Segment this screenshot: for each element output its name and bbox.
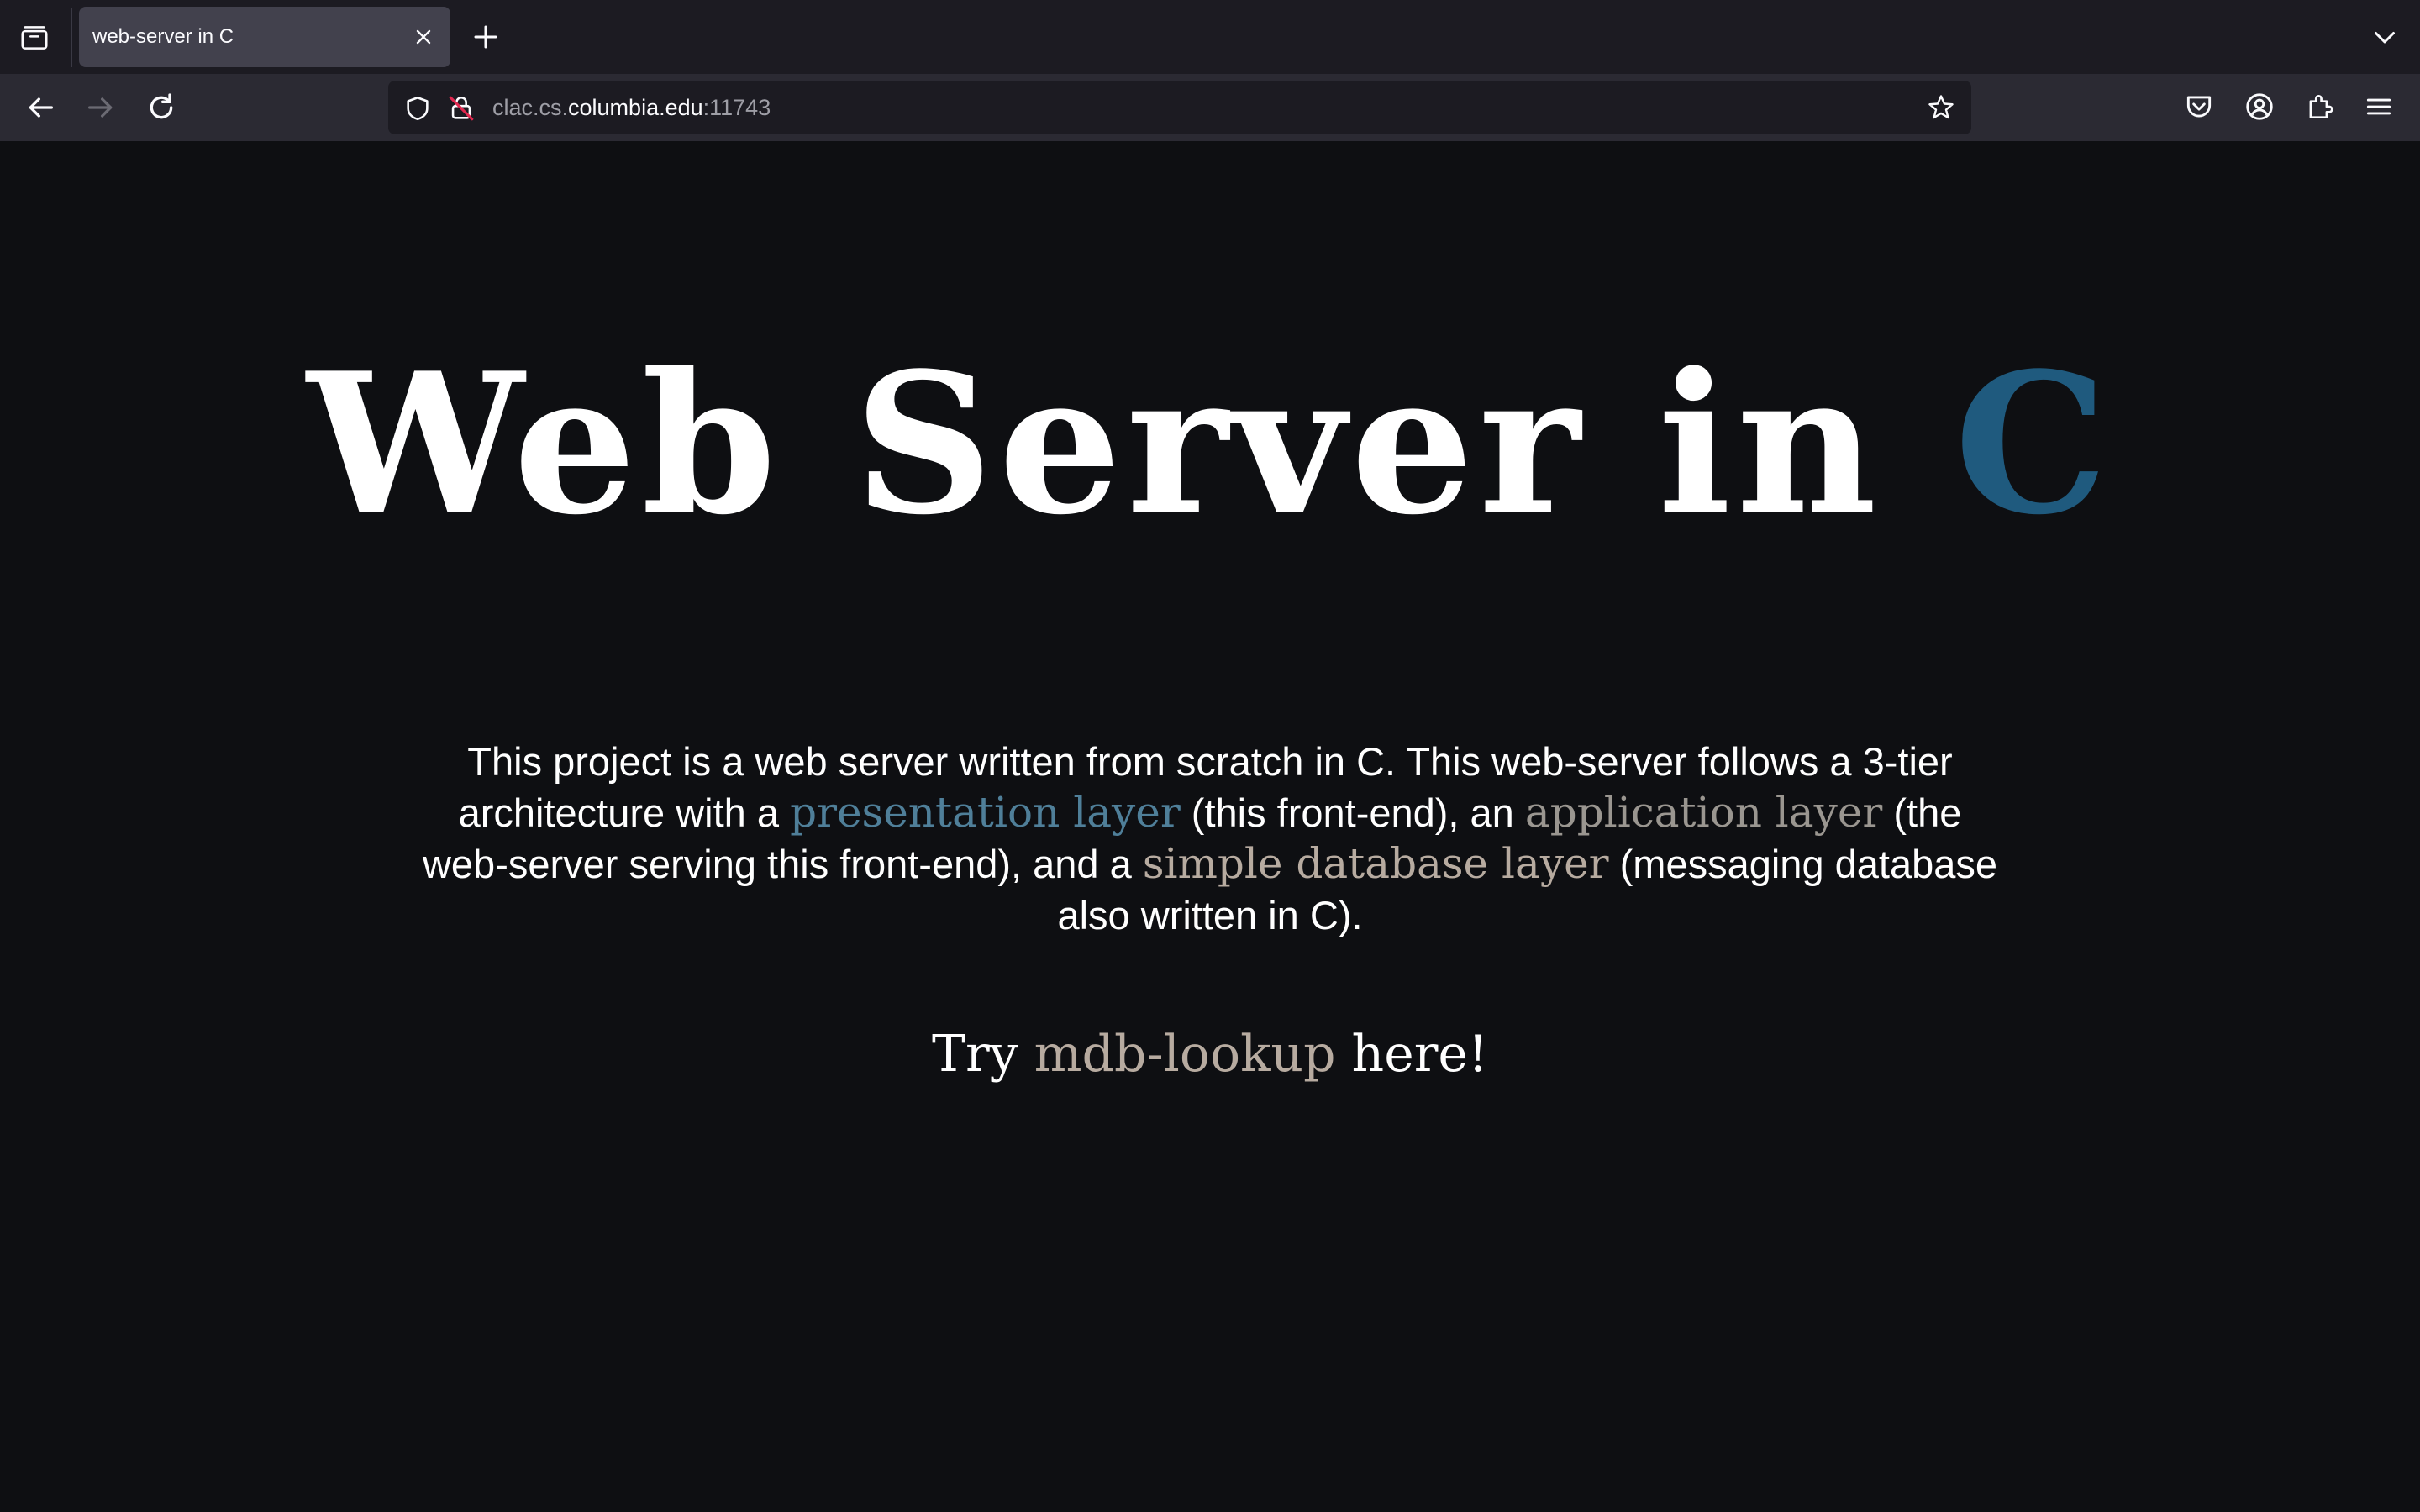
- application-layer-link[interactable]: application layer: [1525, 788, 1882, 837]
- hamburger-menu-icon[interactable]: [2363, 91, 2395, 123]
- back-arrow-icon[interactable]: [24, 91, 57, 124]
- pocket-icon[interactable]: [2183, 91, 2215, 123]
- url-port: :11743: [702, 95, 771, 120]
- try-mdb-lookup: Try mdb-lookup here!: [0, 1025, 2420, 1084]
- mdb-lookup-link[interactable]: mdb-lookup: [1034, 1025, 1336, 1084]
- close-icon[interactable]: [412, 25, 435, 49]
- plus-icon[interactable]: [471, 22, 501, 52]
- page-title-main: Web Server in: [307, 331, 1954, 558]
- navigation-toolbar: clac.cs.columbia.edu:11743: [0, 74, 2420, 141]
- forward-arrow-icon[interactable]: [84, 91, 118, 124]
- shield-icon[interactable]: [403, 94, 432, 123]
- reload-icon[interactable]: [145, 91, 178, 124]
- insecure-lock-icon[interactable]: [447, 94, 476, 123]
- presentation-layer-link[interactable]: presentation layer: [790, 788, 1181, 837]
- url-subdomain: clac.cs.: [492, 95, 569, 120]
- database-layer-link[interactable]: simple database layer: [1143, 839, 1609, 888]
- tab-active[interactable]: web-server in C: [79, 7, 450, 67]
- tab-strip: web-server in C: [0, 0, 2420, 74]
- tab-list-icon[interactable]: [18, 22, 50, 54]
- try-prefix: Try: [931, 1025, 1034, 1084]
- project-description: This project is a web server written fro…: [412, 736, 2008, 941]
- browser-chrome: web-server in C clac.cs.columbia.edu:117…: [0, 0, 2420, 141]
- try-suffix: here!: [1335, 1025, 1489, 1084]
- url-host: columbia.edu: [568, 95, 703, 120]
- tab-title: web-server in C: [92, 25, 234, 48]
- account-icon[interactable]: [2244, 91, 2275, 123]
- description-text-2: (this front-end), an: [1180, 790, 1525, 835]
- star-icon[interactable]: [1926, 92, 1956, 123]
- page-title: Web Server in C: [0, 348, 2420, 541]
- url-bar[interactable]: clac.cs.columbia.edu:11743: [388, 81, 1971, 134]
- puzzle-icon[interactable]: [2304, 91, 2336, 123]
- chevron-down-icon[interactable]: [2370, 22, 2400, 52]
- page-title-accent: C: [1954, 331, 2113, 558]
- tab-divider: [71, 8, 72, 67]
- url-text[interactable]: clac.cs.columbia.edu:11743: [492, 95, 771, 121]
